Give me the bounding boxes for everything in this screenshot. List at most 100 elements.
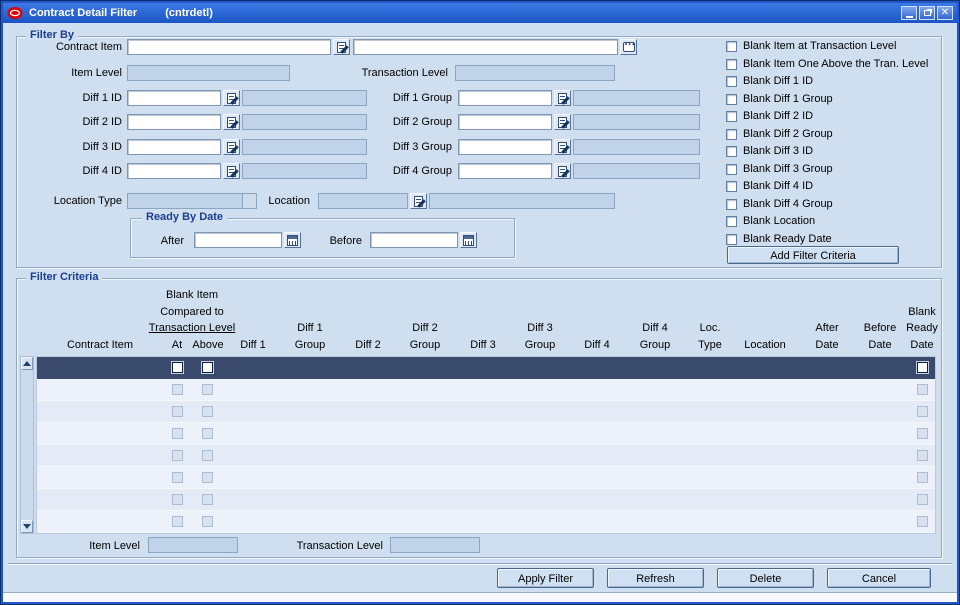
diff3-group-lov-button[interactable] xyxy=(554,139,571,155)
apply-filter-button[interactable]: Apply Filter xyxy=(497,568,594,588)
checkbox-label: Blank Diff 2 Group xyxy=(743,128,833,140)
at-checkbox[interactable] xyxy=(172,384,183,395)
checkbox-label: Blank Ready Date xyxy=(743,233,832,245)
record-scrollbar[interactable] xyxy=(20,356,34,534)
header-diff2: Diff 2 xyxy=(355,339,381,351)
blank-diff3-group-checkbox[interactable] xyxy=(726,164,737,175)
at-checkbox[interactable] xyxy=(172,472,183,483)
list-of-values-icon xyxy=(227,141,236,153)
diff3-id-lov-button[interactable] xyxy=(223,139,240,155)
blank-ready-date-row-checkbox[interactable] xyxy=(917,516,928,527)
at-checkbox[interactable] xyxy=(172,428,183,439)
diff4-group-input[interactable] xyxy=(458,163,552,179)
diff1-id-lov-button[interactable] xyxy=(223,90,240,106)
blank-diff3-id-checkbox[interactable] xyxy=(726,146,737,157)
titlebar[interactable]: Contract Detail Filter (cntrdetl) ✕ xyxy=(3,3,957,23)
diff1-group-lov-button[interactable] xyxy=(554,90,571,106)
list-of-values-icon xyxy=(337,41,346,53)
refresh-button[interactable]: Refresh xyxy=(607,568,704,588)
list-of-values-icon xyxy=(414,195,423,207)
close-button[interactable]: ✕ xyxy=(937,6,953,20)
blank-checkbox-row: Blank Diff 3 ID xyxy=(726,145,813,158)
after-date-input[interactable] xyxy=(194,232,282,248)
blank-ready-date-row-checkbox[interactable] xyxy=(917,494,928,505)
diff4-id-input[interactable] xyxy=(127,163,221,179)
contract-item-input[interactable] xyxy=(127,39,331,55)
diff1-group-label: Diff 1 Group xyxy=(392,92,452,104)
before-date-calendar-button[interactable] xyxy=(460,232,477,248)
delete-button[interactable]: Delete xyxy=(717,568,814,588)
blank-location-checkbox[interactable] xyxy=(726,216,737,227)
cancel-button[interactable]: Cancel xyxy=(827,568,931,588)
blank-item-one-above-tran-level-checkbox[interactable] xyxy=(726,59,737,70)
diff3-group-input[interactable] xyxy=(458,139,552,155)
table-row[interactable] xyxy=(37,511,935,533)
at-checkbox[interactable] xyxy=(172,362,183,373)
list-of-values-icon xyxy=(558,92,567,104)
diff1-id-input[interactable] xyxy=(127,90,221,106)
header-diff3-group-top: Diff 3 xyxy=(527,322,553,334)
table-row[interactable] xyxy=(37,401,935,423)
contract-item-lov-button[interactable] xyxy=(333,39,350,55)
header-diff4: Diff 4 xyxy=(584,339,610,351)
table-row[interactable] xyxy=(37,489,935,511)
blank-ready-date-row-checkbox[interactable] xyxy=(917,406,928,417)
blank-ready-date-checkbox[interactable] xyxy=(726,234,737,245)
table-row[interactable] xyxy=(37,445,935,467)
at-checkbox[interactable] xyxy=(172,516,183,527)
diff2-group-input[interactable] xyxy=(458,114,552,130)
maximize-button[interactable] xyxy=(919,6,935,20)
table-row[interactable] xyxy=(37,423,935,445)
table-row[interactable] xyxy=(37,357,935,379)
list-of-values-icon xyxy=(558,116,567,128)
blank-ready-date-row-checkbox[interactable] xyxy=(917,384,928,395)
above-checkbox[interactable] xyxy=(202,406,213,417)
above-checkbox[interactable] xyxy=(202,450,213,461)
above-checkbox[interactable] xyxy=(202,494,213,505)
blank-ready-date-row-checkbox[interactable] xyxy=(917,428,928,439)
blank-diff1-group-checkbox[interactable] xyxy=(726,94,737,105)
above-checkbox[interactable] xyxy=(202,384,213,395)
scroll-up-button[interactable] xyxy=(21,357,33,370)
contract-item-comments-button[interactable] xyxy=(620,39,637,55)
diff2-group-lov-button[interactable] xyxy=(554,114,571,130)
blank-diff2-group-checkbox[interactable] xyxy=(726,129,737,140)
above-checkbox[interactable] xyxy=(202,428,213,439)
diff1-group-input[interactable] xyxy=(458,90,552,106)
diff3-id-input[interactable] xyxy=(127,139,221,155)
above-checkbox[interactable] xyxy=(202,472,213,483)
table-row[interactable] xyxy=(37,467,935,489)
after-date-calendar-button[interactable] xyxy=(284,232,301,248)
diff2-id-input[interactable] xyxy=(127,114,221,130)
header-at: At xyxy=(171,339,183,351)
blank-diff2-id-checkbox[interactable] xyxy=(726,111,737,122)
blank-ready-date-row-checkbox[interactable] xyxy=(917,362,928,373)
blank-item-at-transaction-level-checkbox[interactable] xyxy=(726,41,737,52)
header-blank-item-line2: Compared to xyxy=(160,306,224,318)
minimize-button[interactable] xyxy=(901,6,917,20)
at-checkbox[interactable] xyxy=(172,406,183,417)
diff4-id-label: Diff 4 ID xyxy=(82,165,122,177)
blank-diff1-id-checkbox[interactable] xyxy=(726,76,737,87)
above-checkbox[interactable] xyxy=(202,516,213,527)
diff4-id-lov-button[interactable] xyxy=(223,163,240,179)
above-checkbox[interactable] xyxy=(202,362,213,373)
blank-checkbox-row: Blank Item at Transaction Level xyxy=(726,40,896,53)
add-filter-criteria-button[interactable]: Add Filter Criteria xyxy=(727,246,899,264)
diff4-id-desc xyxy=(242,163,367,179)
table-row[interactable] xyxy=(37,379,935,401)
scroll-down-button[interactable] xyxy=(21,520,33,533)
at-checkbox[interactable] xyxy=(172,494,183,505)
contract-item-desc-input[interactable] xyxy=(353,39,618,55)
maximize-icon xyxy=(923,10,931,16)
blank-ready-date-row-checkbox[interactable] xyxy=(917,450,928,461)
location-lov-button[interactable] xyxy=(410,193,427,209)
before-date-input[interactable] xyxy=(370,232,458,248)
blank-diff4-id-checkbox[interactable] xyxy=(726,181,737,192)
diff2-id-lov-button[interactable] xyxy=(223,114,240,130)
blank-ready-date-row-checkbox[interactable] xyxy=(917,472,928,483)
blank-diff4-group-checkbox[interactable] xyxy=(726,199,737,210)
transaction-level-field xyxy=(455,65,615,81)
at-checkbox[interactable] xyxy=(172,450,183,461)
diff4-group-lov-button[interactable] xyxy=(554,163,571,179)
